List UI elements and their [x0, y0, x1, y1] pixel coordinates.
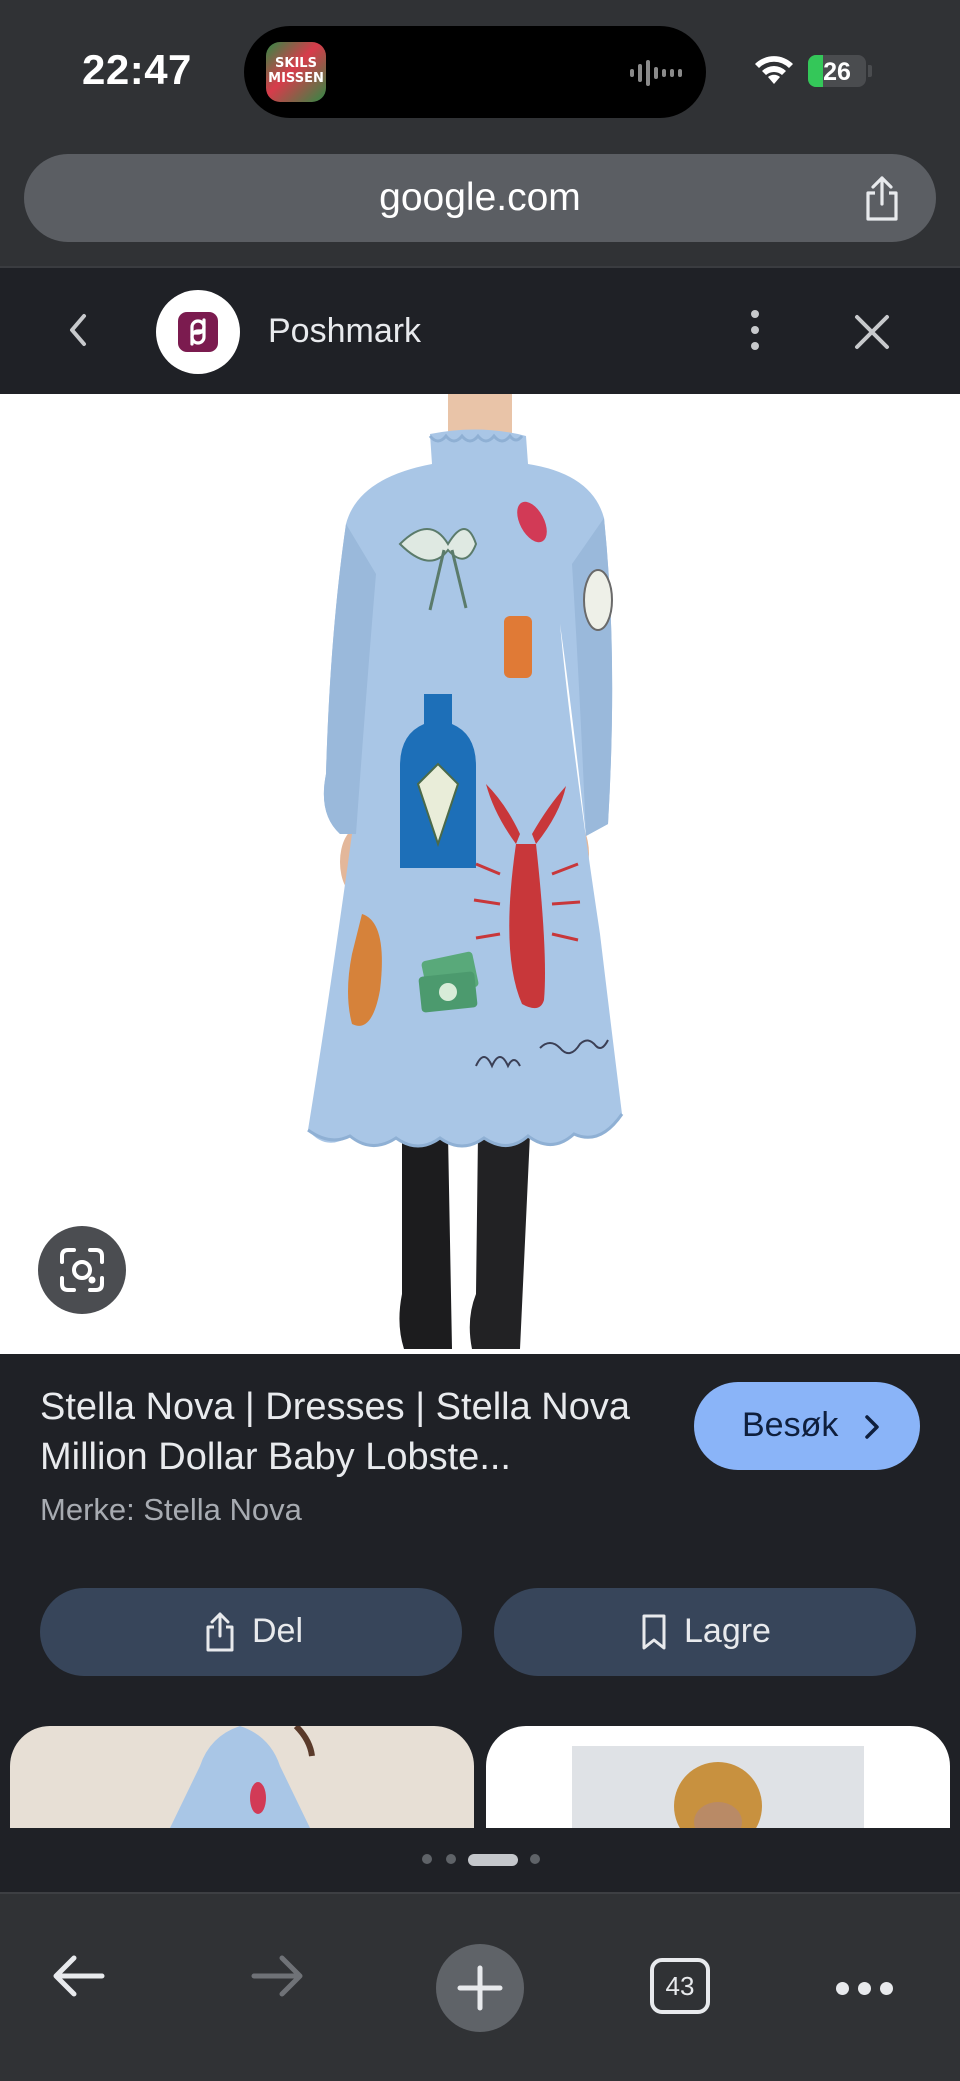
related-image-1 — [170, 1726, 315, 1828]
pagination-dot[interactable] — [446, 1854, 456, 1864]
chevron-left-icon[interactable] — [62, 306, 92, 354]
battery-icon: 26 — [808, 55, 866, 87]
google-lens-button[interactable] — [38, 1226, 126, 1314]
google-lens-icon — [60, 1248, 104, 1292]
dress-photo — [307, 394, 624, 1349]
share-button-label: Del — [252, 1612, 304, 1650]
share-button[interactable]: Del — [40, 1588, 462, 1676]
product-title[interactable]: Stella Nova | Dresses | Stella Nova Mill… — [40, 1382, 660, 1482]
visit-button[interactable]: Besøk — [694, 1382, 920, 1470]
url-text[interactable]: google.com — [24, 176, 936, 220]
new-tab-button[interactable] — [436, 1944, 524, 2032]
chevron-right-icon — [865, 1415, 879, 1439]
related-image-thumbnail[interactable] — [10, 1726, 474, 1828]
product-image[interactable] — [0, 394, 960, 1354]
poshmark-p-icon — [190, 318, 206, 346]
plus-icon — [457, 1965, 503, 2011]
app-icon-text-2: MISSEN — [268, 71, 324, 86]
pagination-dot[interactable] — [422, 1854, 432, 1864]
close-icon[interactable] — [852, 312, 892, 352]
save-button[interactable]: Lagre — [494, 1588, 916, 1676]
more-vert-icon[interactable] — [740, 308, 770, 352]
audio-waveform-icon — [630, 60, 682, 86]
poshmark-logo-mark — [178, 312, 218, 352]
pagination-dot[interactable] — [530, 1854, 540, 1864]
status-bar: 22:47 SKILS MISSEN 26 — [0, 0, 960, 140]
share-icon — [206, 1612, 234, 1652]
visit-button-label: Besøk — [742, 1406, 839, 1444]
product-info-panel: Stella Nova | Dresses | Stella Nova Mill… — [0, 1354, 960, 1828]
tabs-icon[interactable]: 43 — [650, 1958, 710, 2014]
share-icon[interactable] — [862, 176, 902, 222]
save-button-label: Lagre — [684, 1612, 771, 1650]
status-time: 22:47 — [82, 46, 192, 93]
related-image-2 — [572, 1746, 864, 1828]
dynamic-island[interactable]: SKILS MISSEN — [244, 26, 706, 118]
battery-percentage: 26 — [823, 58, 851, 86]
battery-nub — [868, 65, 872, 77]
arrow-right-icon[interactable] — [248, 1946, 308, 2006]
product-brand: Merke: Stella Nova — [40, 1492, 302, 1527]
app-icon-text-1: SKILS — [275, 56, 317, 71]
poshmark-logo — [156, 290, 240, 374]
bookmark-icon — [642, 1614, 666, 1650]
source-site-header: Poshmark — [0, 266, 960, 394]
arrow-left-icon[interactable] — [48, 1946, 108, 2006]
browser-toolbar: 43 — [0, 1892, 960, 2081]
address-bar[interactable]: google.com — [24, 154, 936, 242]
address-bar-area: google.com — [0, 140, 960, 266]
site-name[interactable]: Poshmark — [268, 312, 421, 351]
live-activity-app-icon[interactable]: SKILS MISSEN — [266, 42, 326, 102]
more-horiz-icon[interactable] — [836, 1982, 894, 1996]
pagination-dot-active[interactable] — [468, 1854, 518, 1866]
related-image-thumbnail[interactable] — [486, 1726, 950, 1828]
pagination-indicator — [0, 1828, 960, 1892]
wifi-icon — [755, 56, 793, 84]
